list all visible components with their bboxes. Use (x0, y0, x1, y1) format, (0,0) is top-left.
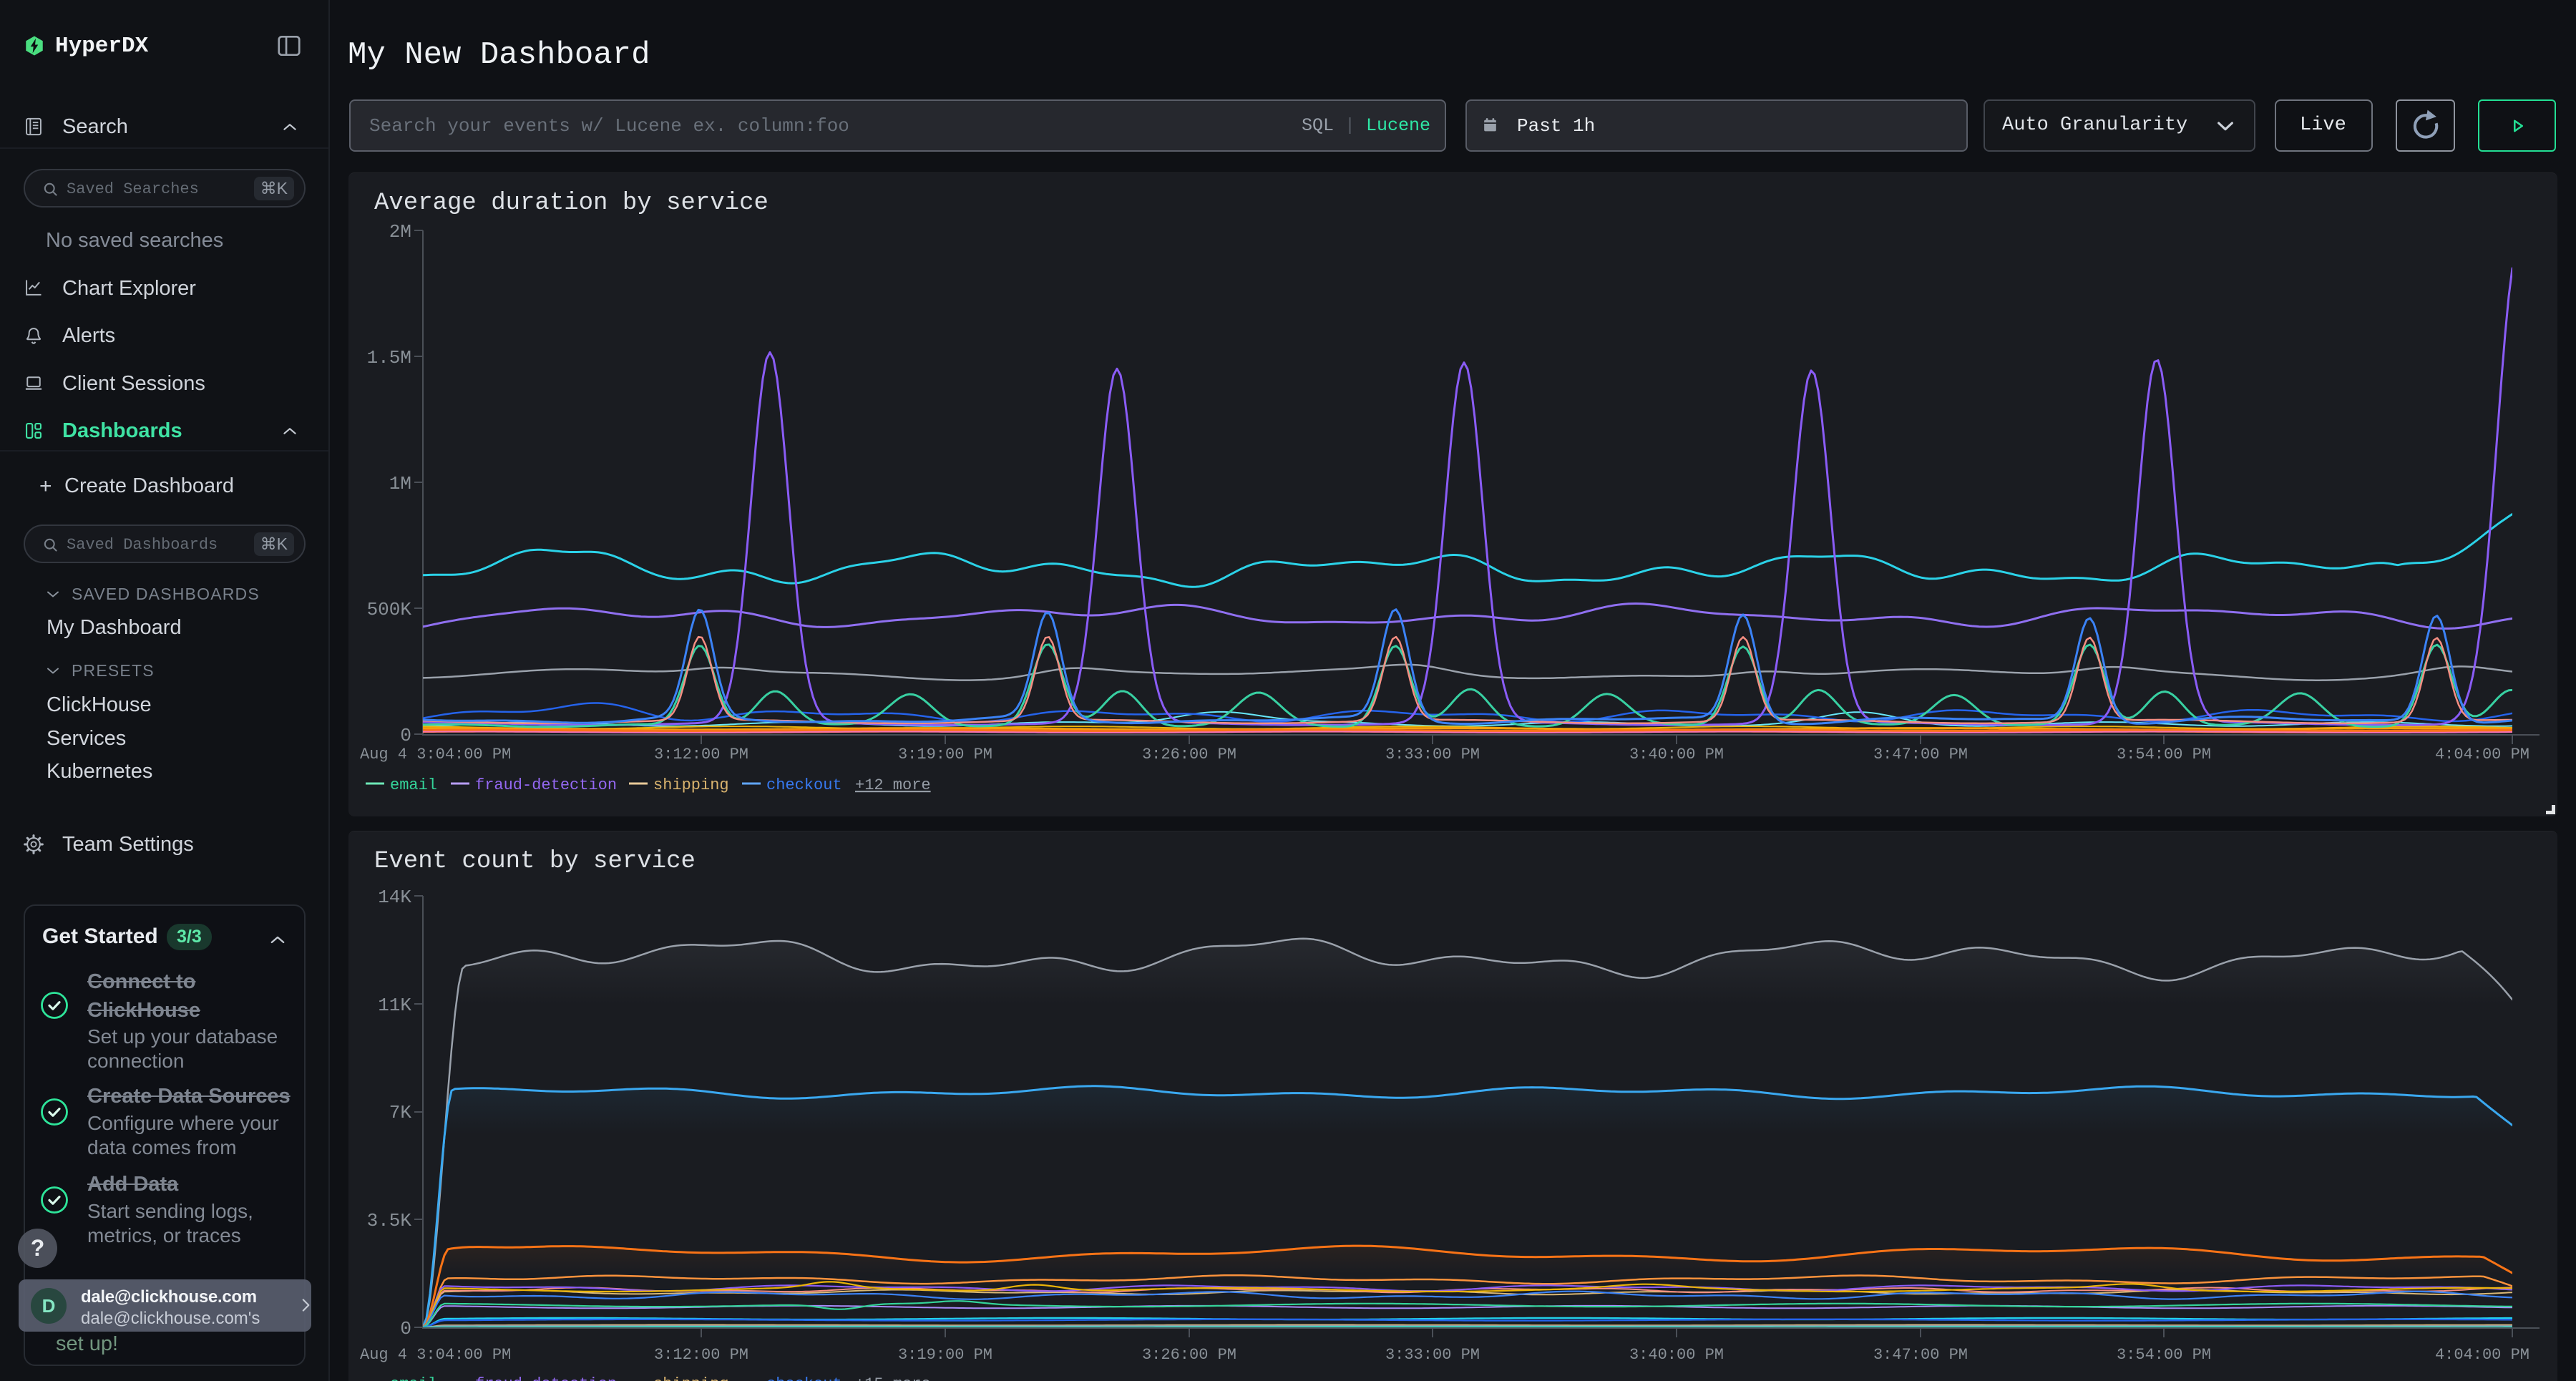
svg-text:4:04:00 PM: 4:04:00 PM (2435, 746, 2529, 763)
svg-text:11K: 11K (378, 995, 411, 1016)
svg-text:0: 0 (400, 1318, 411, 1339)
svg-text:+12 more: +12 more (855, 776, 931, 794)
svg-text:0: 0 (400, 725, 411, 746)
svg-text:3:26:00 PM: 3:26:00 PM (1142, 1346, 1236, 1364)
svg-text:3:12:00 PM: 3:12:00 PM (654, 1346, 748, 1364)
svg-text:checkout: checkout (766, 776, 842, 794)
svg-text:3:54:00 PM: 3:54:00 PM (2117, 1346, 2211, 1364)
svg-text:3:33:00 PM: 3:33:00 PM (1385, 1346, 1480, 1364)
svg-text:14K: 14K (378, 887, 411, 908)
svg-text:3:19:00 PM: 3:19:00 PM (898, 746, 992, 763)
svg-text:3.5K: 3.5K (367, 1210, 412, 1231)
svg-text:3:40:00 PM: 3:40:00 PM (1629, 746, 1724, 763)
svg-text:email: email (390, 1375, 437, 1381)
svg-text:3:54:00 PM: 3:54:00 PM (2117, 746, 2211, 763)
svg-text:3:47:00 PM: 3:47:00 PM (1873, 1346, 1968, 1364)
svg-text:3:40:00 PM: 3:40:00 PM (1629, 1346, 1724, 1364)
svg-text:Aug 4 3:04:00 PM: Aug 4 3:04:00 PM (360, 1346, 511, 1364)
svg-text:Aug 4 3:04:00 PM: Aug 4 3:04:00 PM (360, 746, 511, 763)
svg-text:email: email (390, 776, 437, 794)
svg-text:shipping: shipping (653, 776, 729, 794)
svg-text:3:26:00 PM: 3:26:00 PM (1142, 746, 1236, 763)
svg-text:fraud-detection: fraud-detection (475, 776, 617, 794)
svg-text:2M: 2M (389, 221, 411, 243)
svg-text:1.5M: 1.5M (367, 347, 411, 369)
svg-text:3:33:00 PM: 3:33:00 PM (1385, 746, 1480, 763)
svg-text:+15 more: +15 more (855, 1375, 931, 1381)
svg-text:shipping: shipping (653, 1375, 729, 1381)
svg-text:4:04:00 PM: 4:04:00 PM (2435, 1346, 2529, 1364)
svg-text:fraud-detection: fraud-detection (475, 1375, 617, 1381)
svg-text:3:12:00 PM: 3:12:00 PM (654, 746, 748, 763)
svg-text:1M: 1M (389, 473, 411, 494)
svg-text:3:19:00 PM: 3:19:00 PM (898, 1346, 992, 1364)
svg-text:checkout: checkout (766, 1375, 842, 1381)
svg-text:3:47:00 PM: 3:47:00 PM (1873, 746, 1968, 763)
svg-text:500K: 500K (367, 599, 412, 620)
svg-text:7K: 7K (389, 1102, 412, 1123)
